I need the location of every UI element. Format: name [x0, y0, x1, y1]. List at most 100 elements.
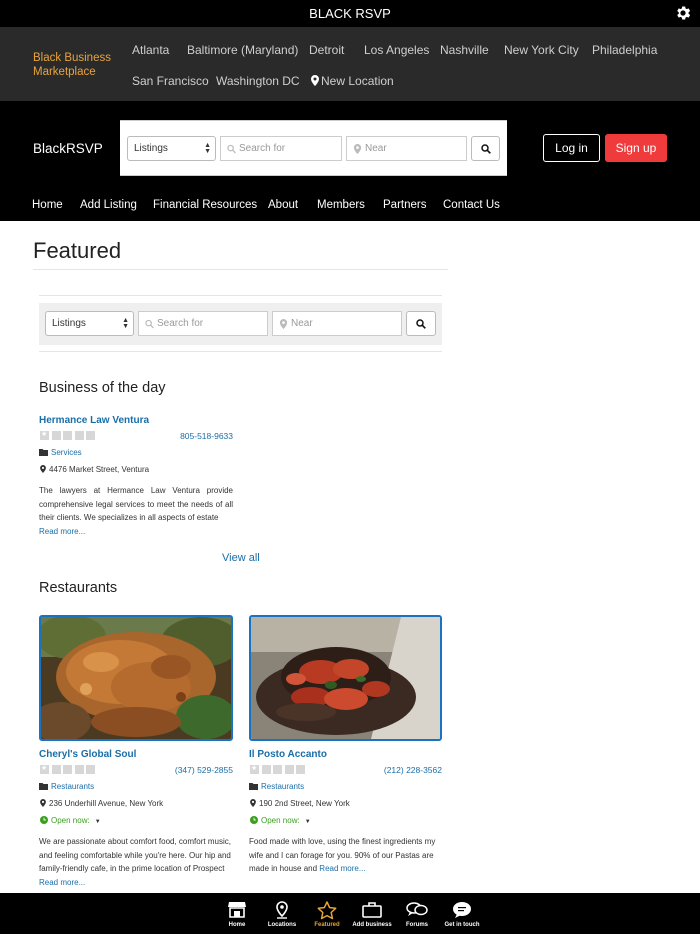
- chat-bubbles-icon: [406, 902, 428, 916]
- location-pin-icon: [353, 144, 362, 154]
- city-link[interactable]: Baltimore (Maryland): [187, 43, 298, 57]
- search-button[interactable]: [471, 136, 500, 161]
- address: 236 Underhill Avenue, New York: [40, 799, 163, 808]
- store-icon: [228, 902, 246, 918]
- category-link[interactable]: Restaurants: [249, 782, 304, 791]
- folder-icon: [39, 783, 48, 790]
- login-button[interactable]: Log in: [543, 134, 600, 162]
- star-icon: [74, 431, 84, 440]
- search-icon: [480, 143, 491, 154]
- nav-item-add-listing[interactable]: Add Listing: [80, 199, 137, 211]
- search-button[interactable]: [406, 311, 436, 336]
- tab-get-in-touch[interactable]: Get in touch: [432, 893, 492, 934]
- address-text: 236 Underhill Avenue, New York: [49, 799, 164, 808]
- restaurant-name-link[interactable]: Cheryl's Global Soul: [39, 749, 136, 760]
- restaurant-name-link[interactable]: Il Posto Accanto: [249, 749, 327, 760]
- new-location-link[interactable]: New Location: [311, 74, 394, 88]
- near-placeholder: Near: [291, 318, 313, 329]
- bottom-tab-bar: Home Locations Featured Add business For…: [0, 893, 700, 934]
- folder-icon: [39, 449, 48, 456]
- city-link[interactable]: Philadelphia: [592, 43, 657, 57]
- city-link[interactable]: Washington DC: [216, 74, 300, 88]
- search-icon: [145, 319, 154, 329]
- marketplace-brand-link[interactable]: Black Business Marketplace: [33, 51, 123, 79]
- phone-link[interactable]: (347) 529-2855: [133, 765, 233, 775]
- city-link[interactable]: Atlanta: [132, 43, 169, 57]
- star-icon: [317, 901, 337, 920]
- near-input[interactable]: Near: [346, 136, 467, 161]
- open-status-toggle[interactable]: Open now: ▼: [40, 816, 101, 825]
- star-icon: [261, 765, 271, 774]
- star-icon: [296, 765, 305, 774]
- city-link[interactable]: Los Angeles: [364, 43, 429, 57]
- app-title: BLACK RSVP: [309, 6, 391, 21]
- signup-button[interactable]: Sign up: [605, 134, 667, 162]
- star-icon: [40, 764, 49, 774]
- select-arrows-icon: ▲ ▼: [122, 317, 129, 330]
- caret-down-icon: ▼: [94, 819, 101, 825]
- restaurant-photo[interactable]: [249, 615, 442, 741]
- category-link[interactable]: Services: [39, 448, 82, 457]
- open-status-label: Open now:: [261, 816, 300, 825]
- near-input[interactable]: Near: [272, 311, 402, 336]
- listing-type-select[interactable]: Listings ▲ ▼: [45, 311, 134, 336]
- star-icon: [51, 765, 61, 774]
- nav-item-contact-us[interactable]: Contact Us: [443, 199, 500, 211]
- address-text: 4476 Market Street, Ventura: [49, 465, 150, 474]
- restaurant-photo[interactable]: [39, 615, 233, 741]
- nav-item-home[interactable]: Home: [32, 199, 63, 211]
- food-image: [251, 617, 440, 739]
- search-placeholder: Search for: [157, 318, 204, 329]
- map-pin-icon: [40, 799, 46, 807]
- nav-item-about[interactable]: About: [268, 199, 298, 211]
- gear-icon[interactable]: [674, 4, 692, 22]
- near-placeholder: Near: [365, 143, 387, 154]
- city-link[interactable]: New York City: [504, 43, 579, 57]
- view-all-link[interactable]: View all: [222, 552, 260, 564]
- clock-icon: [250, 816, 258, 824]
- business-name-link[interactable]: Hermance Law Ventura: [39, 415, 149, 426]
- star-icon: [284, 765, 294, 774]
- tab-label: Get in touch: [444, 922, 480, 928]
- city-link[interactable]: Detroit: [309, 43, 344, 57]
- rating-stars[interactable]: [40, 430, 98, 440]
- star-icon: [63, 431, 72, 440]
- open-status-toggle[interactable]: Open now: ▼: [250, 816, 311, 825]
- briefcase-icon: [362, 902, 382, 918]
- divider: [39, 295, 442, 296]
- map-pin-icon: [40, 465, 46, 473]
- search-input[interactable]: Search for: [220, 136, 342, 161]
- city-link[interactable]: San Francisco: [132, 74, 209, 88]
- restaurant-description: Food made with love, using the finest in…: [249, 835, 443, 876]
- restaurant-description: We are passionate about comfort food, co…: [39, 837, 231, 873]
- phone-link[interactable]: (212) 228-3562: [342, 765, 442, 775]
- read-more-link[interactable]: Read more...: [319, 864, 365, 873]
- select-arrows-icon: ▲ ▼: [204, 142, 211, 155]
- listing-type-select[interactable]: Listings ▲ ▼: [127, 136, 216, 161]
- content-search-bar: Listings ▲ ▼ Search for Near: [39, 303, 442, 345]
- restaurants-heading: Restaurants: [39, 580, 118, 596]
- speech-bubble-icon: [453, 902, 471, 918]
- folder-icon: [249, 783, 258, 790]
- rating-stars[interactable]: [40, 764, 98, 774]
- search-icon: [227, 144, 236, 154]
- category-label: Restaurants: [261, 782, 305, 791]
- location-pin-icon: [279, 319, 288, 329]
- nav-item-members[interactable]: Members: [317, 199, 365, 211]
- site-logo[interactable]: BlackRSVP: [33, 141, 103, 156]
- rating-stars[interactable]: [250, 764, 308, 774]
- nav-item-financial-resources[interactable]: Financial Resources: [153, 199, 257, 211]
- caret-down-icon: ▼: [304, 819, 311, 825]
- address: 4476 Market Street, Ventura: [40, 465, 149, 474]
- read-more-link[interactable]: Read more...: [39, 525, 233, 539]
- category-label: Services: [51, 448, 82, 457]
- map-pin-icon: [250, 799, 256, 807]
- nav-item-partners[interactable]: Partners: [383, 199, 426, 211]
- read-more-link[interactable]: Read more...: [39, 876, 233, 890]
- phone-link[interactable]: 805-518-9633: [133, 431, 233, 441]
- page-title: Featured: [33, 238, 122, 263]
- search-input[interactable]: Search for: [138, 311, 268, 336]
- city-link[interactable]: Nashville: [440, 43, 489, 57]
- food-image: [41, 617, 231, 739]
- category-link[interactable]: Restaurants: [39, 782, 94, 791]
